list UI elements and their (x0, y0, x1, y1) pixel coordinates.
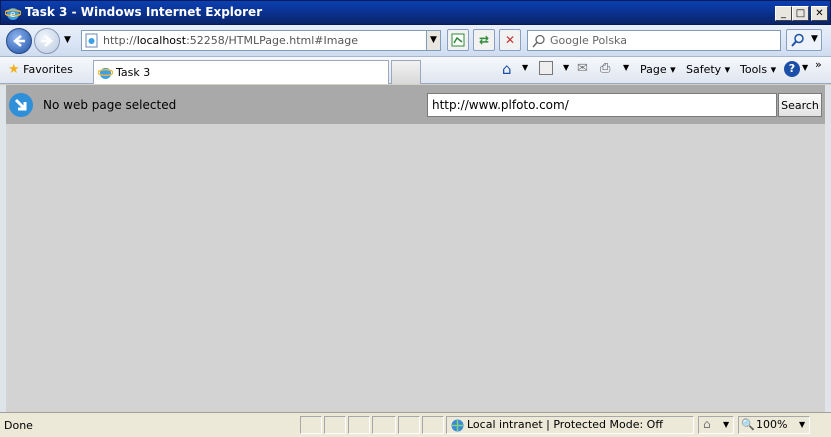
search-placeholder: Google Polska (550, 34, 627, 47)
status-text: Done (4, 419, 33, 432)
ie-logo-icon: e (5, 8, 21, 20)
address-field[interactable]: http://localhost:52258/HTMLPage.html#Ima… (81, 30, 441, 51)
status-panel (398, 416, 420, 434)
print-icon[interactable]: ⎙ (600, 61, 610, 76)
chevron-down-icon: ▼ (723, 420, 730, 429)
favorites-button[interactable]: ★ Favorites (8, 62, 73, 77)
title-bar: e Task 3 - Windows Internet Explorer _ □… (0, 0, 831, 25)
stop-button[interactable]: ✕ (499, 29, 521, 51)
safety-menu[interactable]: Safety ▾ (686, 63, 730, 76)
security-zone-text: Local intranet | Protected Mode: Off (467, 418, 663, 431)
zoom-icon: 🔍 (741, 418, 755, 431)
forward-arrow-icon (41, 35, 53, 47)
zoom-level: 100% (756, 418, 788, 431)
page-toolbar: No web page selected Search (6, 85, 825, 124)
status-panel (422, 416, 444, 434)
compatibility-view-icon (451, 33, 465, 47)
maximize-button[interactable]: □ (792, 6, 809, 21)
search-button[interactable]: Search (778, 93, 822, 117)
refresh-button[interactable]: ⇄ (473, 29, 495, 51)
intranet-globe-icon (451, 419, 464, 432)
favorites-label: Favorites (23, 63, 73, 76)
address-toolbar: ▼ http://localhost:52258/HTMLPage.html#I… (0, 25, 831, 57)
chevron-down-icon[interactable]: ▼ (563, 63, 569, 72)
tab-label: Task 3 (116, 66, 151, 79)
mail-icon[interactable]: ✉ (577, 61, 588, 76)
history-dropdown-button[interactable]: ▼ (64, 35, 71, 45)
ie-logo-icon (98, 67, 113, 80)
window-frame-right (825, 85, 831, 412)
status-panel (372, 416, 396, 434)
new-tab-button[interactable] (391, 60, 421, 84)
chevron-down-icon[interactable]: ▼ (802, 63, 808, 72)
status-panel (324, 416, 346, 434)
help-icon[interactable]: ? (784, 61, 800, 77)
window-title: Task 3 - Windows Internet Explorer (25, 5, 263, 19)
forward-button[interactable] (34, 28, 60, 54)
stop-icon: ✕ (504, 33, 516, 47)
svg-text:e: e (10, 10, 16, 20)
refresh-icon: ⇄ (478, 33, 490, 47)
tools-menu[interactable]: Tools ▾ (740, 63, 776, 76)
lock-icon: ⌂ (703, 417, 711, 431)
home-icon[interactable]: ⌂ (502, 60, 512, 78)
search-icon (791, 33, 804, 47)
url-input[interactable] (427, 93, 777, 117)
status-panel (300, 416, 322, 434)
address-dropdown-button[interactable]: ▼ (426, 30, 441, 51)
status-panel (348, 416, 370, 434)
chevron-down-icon[interactable]: ▼ (623, 63, 629, 72)
chevron-down-icon: ▼ (811, 34, 818, 44)
back-arrow-icon (13, 35, 25, 47)
search-input[interactable]: Google Polska (527, 30, 781, 51)
chevron-more-icon[interactable]: » (815, 58, 822, 71)
page-content-area (6, 124, 825, 411)
favorites-bar: ★ Favorites Task 3 ⌂ ▼ ▼ ✉ ⎙ ▼ Page ▾ Sa… (0, 57, 831, 84)
arrow-icon (9, 93, 33, 117)
page-menu[interactable]: Page ▾ (640, 63, 676, 76)
rss-icon[interactable] (539, 61, 553, 75)
status-message: No web page selected (43, 98, 177, 112)
minimize-button[interactable]: _ (775, 6, 792, 21)
page-icon (85, 33, 98, 48)
popup-blocker-panel[interactable]: ⌂ ▼ (698, 416, 734, 434)
search-go-button[interactable]: ▼ (786, 29, 822, 51)
back-button[interactable] (6, 28, 32, 54)
tab-task-3[interactable]: Task 3 (93, 60, 389, 84)
close-button[interactable]: ✕ (811, 6, 828, 21)
compatibility-view-button[interactable] (447, 29, 469, 51)
address-url: http://localhost:52258/HTMLPage.html#Ima… (103, 34, 358, 47)
status-bar: Done Local intranet | Protected Mode: Of… (0, 412, 831, 437)
chevron-down-icon[interactable]: ▼ (522, 63, 528, 72)
star-icon: ★ (8, 62, 20, 77)
chevron-down-icon: ▼ (799, 420, 806, 429)
search-icon (532, 34, 545, 48)
